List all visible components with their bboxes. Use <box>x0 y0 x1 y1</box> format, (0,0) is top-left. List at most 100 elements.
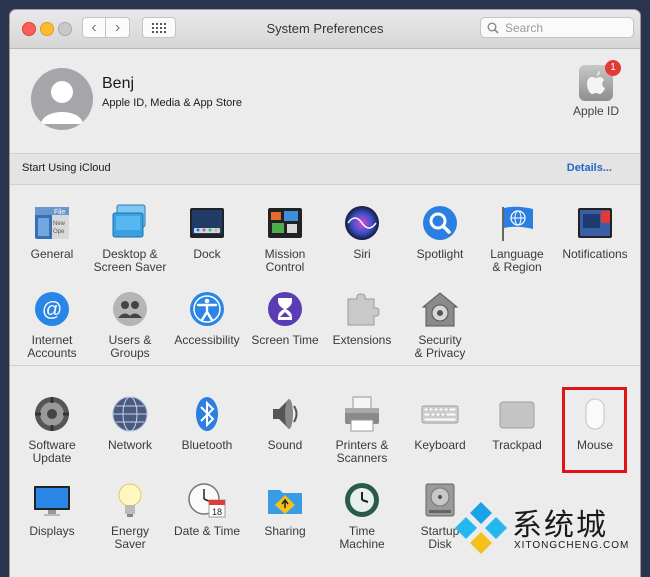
account-header: Benj Apple ID, Media & App Store 1 Apple… <box>10 49 640 153</box>
pane-mission-control[interactable]: Mission Control <box>246 203 324 274</box>
minimize-button[interactable] <box>40 22 54 36</box>
system-preferences-window: ‹ › System Preferences Search Benj Apple… <box>10 10 640 577</box>
pane-spotlight[interactable]: Spotlight <box>401 203 479 261</box>
pane-label-line2: Screen Saver <box>93 260 167 274</box>
pane-label-line2: Control <box>265 260 305 274</box>
pane-desktop-screen-saver[interactable]: Desktop & Screen Saver <box>91 203 169 274</box>
pane-network[interactable]: Network <box>91 394 169 452</box>
security-icon <box>420 289 460 329</box>
users-icon <box>110 289 150 329</box>
pane-label-line2: Scanners <box>336 451 388 465</box>
software-update-icon <box>32 394 72 434</box>
back-button[interactable]: ‹ <box>82 17 106 38</box>
pane-sharing[interactable]: Sharing <box>246 480 324 538</box>
svg-text:@: @ <box>42 299 62 321</box>
chevron-right-icon: › <box>114 18 121 36</box>
notifications-icon <box>575 203 615 243</box>
pane-trackpad[interactable]: Trackpad <box>478 394 556 452</box>
zoom-button[interactable] <box>58 22 72 36</box>
mission-control-icon <box>265 203 305 243</box>
desktop-icon <box>110 203 150 243</box>
pane-label: Trackpad <box>492 438 542 452</box>
accessibility-icon <box>187 289 227 329</box>
pane-label: Sharing <box>264 524 306 538</box>
icloud-text: Start Using iCloud <box>22 162 111 174</box>
sound-icon <box>265 394 305 434</box>
pane-printers-scanners[interactable]: Printers & Scanners <box>323 394 401 465</box>
watermark-url: XITONGCHENG.COM <box>514 540 630 551</box>
pane-label-line2: Accounts <box>27 346 77 360</box>
title-bar: ‹ › System Preferences <box>10 10 640 49</box>
pane-security-privacy[interactable]: Security & Privacy <box>401 289 479 360</box>
icloud-banner: Start Using iCloud Details... <box>10 153 640 185</box>
pane-siri[interactable]: Siri <box>323 203 401 261</box>
internet-accounts-icon: @ <box>32 289 72 329</box>
mouse-highlight-box <box>562 387 627 473</box>
watermark-text: 系统城 <box>512 509 608 542</box>
pane-label: Bluetooth <box>181 438 233 452</box>
forward-button[interactable]: › <box>106 17 130 38</box>
dock-icon <box>187 203 227 243</box>
search-input[interactable] <box>503 19 627 36</box>
pane-general[interactable]: File New Ope General <box>13 203 91 261</box>
details-link[interactable]: Details... <box>567 162 612 174</box>
sharing-icon <box>265 480 305 520</box>
pane-date-time[interactable]: 18 Date & Time <box>168 480 246 538</box>
pane-label: Keyboard <box>414 438 466 452</box>
pane-extensions[interactable]: Extensions <box>323 289 401 347</box>
trackpad-icon <box>497 394 537 434</box>
user-name: Benj <box>102 75 135 92</box>
pane-displays[interactable]: Displays <box>13 480 91 538</box>
apple-id-icon: 1 <box>579 60 621 101</box>
chevron-left-icon: ‹ <box>91 18 97 36</box>
pane-language-region[interactable]: Language & Region <box>478 203 556 274</box>
pane-label: Notifications <box>562 247 628 261</box>
pane-bluetooth[interactable]: Bluetooth <box>168 394 246 452</box>
search-field[interactable] <box>480 17 634 38</box>
close-button[interactable] <box>22 22 36 36</box>
pane-label: Displays <box>29 524 75 538</box>
show-all-button[interactable] <box>142 17 176 38</box>
pane-label-line2: & Region <box>492 260 542 274</box>
pane-energy-saver[interactable]: Energy Saver <box>91 480 169 551</box>
watermark-logo-icon <box>455 502 507 554</box>
pane-time-machine[interactable]: Time Machine <box>323 480 401 551</box>
pane-label-line2: & Privacy <box>414 346 466 360</box>
avatar[interactable] <box>31 68 93 130</box>
pane-label: Date & Time <box>173 524 241 538</box>
pane-label: Accessibility <box>174 333 240 347</box>
search-icon <box>487 22 499 34</box>
siri-icon <box>342 203 382 243</box>
pane-label-line2: Groups <box>110 346 150 360</box>
network-icon <box>110 394 150 434</box>
pane-internet-accounts[interactable]: @ Internet Accounts <box>13 289 91 360</box>
pane-keyboard[interactable]: Keyboard <box>401 394 479 452</box>
notification-badge: 1 <box>605 60 621 76</box>
bluetooth-icon <box>187 394 227 434</box>
watermark: 系统城 XITONGCHENG.COM <box>452 496 642 566</box>
pane-label: Extensions <box>332 333 392 347</box>
pane-screen-time[interactable]: Screen Time <box>246 289 324 347</box>
pane-users-groups[interactable]: Users & Groups <box>91 289 169 360</box>
time-machine-icon <box>342 480 382 520</box>
pane-software-update[interactable]: Software Update <box>13 394 91 465</box>
pane-label: General <box>30 247 74 261</box>
pane-label: Network <box>107 438 152 452</box>
keyboard-icon <box>420 394 460 434</box>
apple-id-label: Apple ID <box>572 104 620 118</box>
date-time-icon: 18 <box>187 480 227 520</box>
pane-accessibility[interactable]: Accessibility <box>168 289 246 347</box>
printers-icon <box>342 394 382 434</box>
pane-label: Screen Time <box>251 333 319 347</box>
displays-icon <box>32 480 72 520</box>
screen-time-icon <box>265 289 305 329</box>
pane-label: Spotlight <box>416 247 464 261</box>
pane-notifications[interactable]: Notifications <box>556 203 634 261</box>
pane-label: Sound <box>267 438 303 452</box>
pane-dock[interactable]: Dock <box>168 203 246 261</box>
apple-id-pane[interactable]: 1 Apple ID <box>566 60 626 118</box>
pane-label: Siri <box>353 247 371 261</box>
pane-label-line2: Saver <box>114 537 146 551</box>
pane-sound[interactable]: Sound <box>246 394 324 452</box>
extensions-icon <box>342 289 382 329</box>
